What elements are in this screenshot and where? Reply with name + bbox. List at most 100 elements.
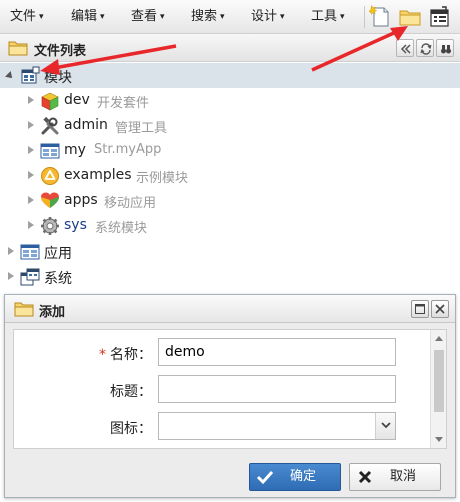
- required-marker: *: [99, 347, 106, 363]
- name-label-text: 名称：: [110, 347, 152, 363]
- chevron-down-icon: ▾: [160, 12, 165, 22]
- refresh-icon: [420, 43, 432, 55]
- open-folder-icon[interactable]: [398, 5, 422, 29]
- ok-button[interactable]: 确定: [249, 463, 341, 491]
- menu-tools-label: 工具: [311, 9, 338, 24]
- tree-node-label: dev: [64, 92, 90, 108]
- binoculars-icon: [441, 45, 451, 54]
- tree-node-sys[interactable]: sys 系统模块: [0, 213, 460, 238]
- chevron-down-icon: ▾: [340, 12, 345, 22]
- name-field-label: * 名称：: [88, 344, 152, 364]
- menu-edit[interactable]: 编辑 ▾: [71, 8, 105, 26]
- chevron-down-icon: ▾: [220, 12, 225, 22]
- icon-select[interactable]: [158, 412, 396, 440]
- scrollbar-thumb[interactable]: [434, 350, 444, 412]
- menu-view-label: 查看: [131, 9, 158, 24]
- expand-toggle-icon[interactable]: [28, 196, 34, 204]
- tree-node-desc: 移动应用: [104, 196, 157, 211]
- apps-icon: [41, 192, 59, 208]
- menu-edit-label: 编辑: [71, 9, 98, 24]
- tree-node-system-root[interactable]: 系统: [0, 264, 460, 289]
- expand-toggle-icon[interactable]: [28, 146, 34, 154]
- cancel-button-label: 取消: [390, 469, 417, 484]
- scroll-down-icon[interactable]: [435, 437, 443, 442]
- tree-node-apps-root[interactable]: 应用: [0, 239, 460, 264]
- expand-toggle-icon[interactable]: [28, 121, 34, 129]
- window-icon: [20, 244, 40, 260]
- form-scrollbar[interactable]: [430, 330, 446, 448]
- scroll-up-icon[interactable]: [435, 336, 443, 341]
- folder-icon: [8, 41, 28, 56]
- chevron-down-icon: ▾: [39, 12, 44, 22]
- tree-node-apps[interactable]: apps 移动应用: [0, 188, 460, 213]
- chevron-down-icon: [381, 422, 391, 429]
- close-button[interactable]: [431, 300, 449, 318]
- panel-title: 文件列表: [34, 44, 87, 59]
- tree-node-dev[interactable]: dev 开发套件: [0, 88, 460, 113]
- close-icon: [435, 304, 445, 314]
- collapse-all-button[interactable]: [396, 39, 414, 57]
- cube-icon: [41, 92, 59, 111]
- expand-toggle-icon[interactable]: [5, 71, 15, 81]
- tree-node-label: examples: [64, 167, 132, 183]
- tree-node-module[interactable]: 模块: [0, 63, 460, 88]
- double-chevron-left-icon: [400, 44, 411, 54]
- tree-node-label: sys: [64, 217, 87, 233]
- close-icon: [358, 470, 372, 484]
- tree-node-desc: Str.myApp: [94, 142, 162, 157]
- menu-separator: [364, 6, 365, 28]
- icon-field-label: 图标：: [110, 421, 152, 437]
- ok-button-label: 确定: [290, 469, 317, 484]
- cancel-button[interactable]: 取消: [349, 463, 441, 491]
- menu-design-label: 设计: [251, 9, 278, 24]
- system-icon: [20, 268, 40, 286]
- menu-tools[interactable]: 工具 ▾: [311, 8, 345, 26]
- tree-node-label: 应用: [44, 246, 72, 262]
- title-field-label: 标题：: [110, 384, 152, 400]
- chevron-down-icon: ▾: [280, 12, 285, 22]
- tree-node-label: my: [64, 142, 86, 158]
- dialog-form: *名称： 标题： 图标：: [13, 329, 447, 449]
- dialog-title: 添加: [39, 305, 66, 320]
- maximize-icon: [415, 304, 425, 314]
- title-input[interactable]: [158, 375, 396, 403]
- examples-icon: [41, 167, 59, 185]
- menu-file[interactable]: 文件 ▾: [10, 8, 44, 26]
- expand-toggle-icon[interactable]: [28, 96, 34, 104]
- window-icon: [40, 143, 60, 159]
- menu-view[interactable]: 查看 ▾: [131, 8, 165, 26]
- maximize-button[interactable]: [411, 300, 429, 318]
- expand-toggle-icon[interactable]: [28, 221, 34, 229]
- select-dropdown-button[interactable]: [375, 413, 395, 439]
- tools-icon: [41, 116, 59, 135]
- refresh-button[interactable]: [416, 39, 434, 57]
- expand-toggle-icon[interactable]: [28, 171, 34, 179]
- add-dialog: 添加 *名称： 标题： 图标：: [4, 294, 456, 498]
- tree-node-desc: 示例模块: [136, 171, 189, 186]
- file-list-panel-header: 文件列表: [0, 34, 460, 62]
- tree-node-desc: 管理工具: [115, 121, 168, 136]
- tree-node-my[interactable]: my Str.myApp: [0, 138, 460, 163]
- menu-search[interactable]: 搜索 ▾: [191, 8, 225, 26]
- tree-node-label: 模块: [44, 70, 72, 86]
- tree-node-admin[interactable]: admin 管理工具: [0, 113, 460, 138]
- chevron-down-icon: ▾: [100, 12, 105, 22]
- gear-icon: [41, 217, 59, 235]
- check-icon: [256, 470, 274, 485]
- menu-search-label: 搜索: [191, 9, 218, 24]
- menu-design[interactable]: 设计 ▾: [251, 8, 285, 26]
- tree-node-label: apps: [64, 192, 98, 208]
- expand-toggle-icon[interactable]: [8, 272, 14, 280]
- folder-icon: [14, 302, 34, 317]
- tree-node-examples[interactable]: examples 示例模块: [0, 163, 460, 188]
- new-file-icon[interactable]: [367, 4, 393, 29]
- name-input[interactable]: [158, 338, 396, 366]
- tree-node-label: admin: [64, 117, 108, 133]
- dialog-header[interactable]: 添加: [5, 295, 455, 323]
- tree-node-desc: 开发套件: [97, 96, 150, 111]
- module-icon: [21, 66, 40, 84]
- expand-toggle-icon[interactable]: [8, 247, 14, 255]
- menu-file-label: 文件: [10, 9, 37, 24]
- properties-icon[interactable]: [428, 5, 452, 29]
- search-button[interactable]: [436, 39, 454, 57]
